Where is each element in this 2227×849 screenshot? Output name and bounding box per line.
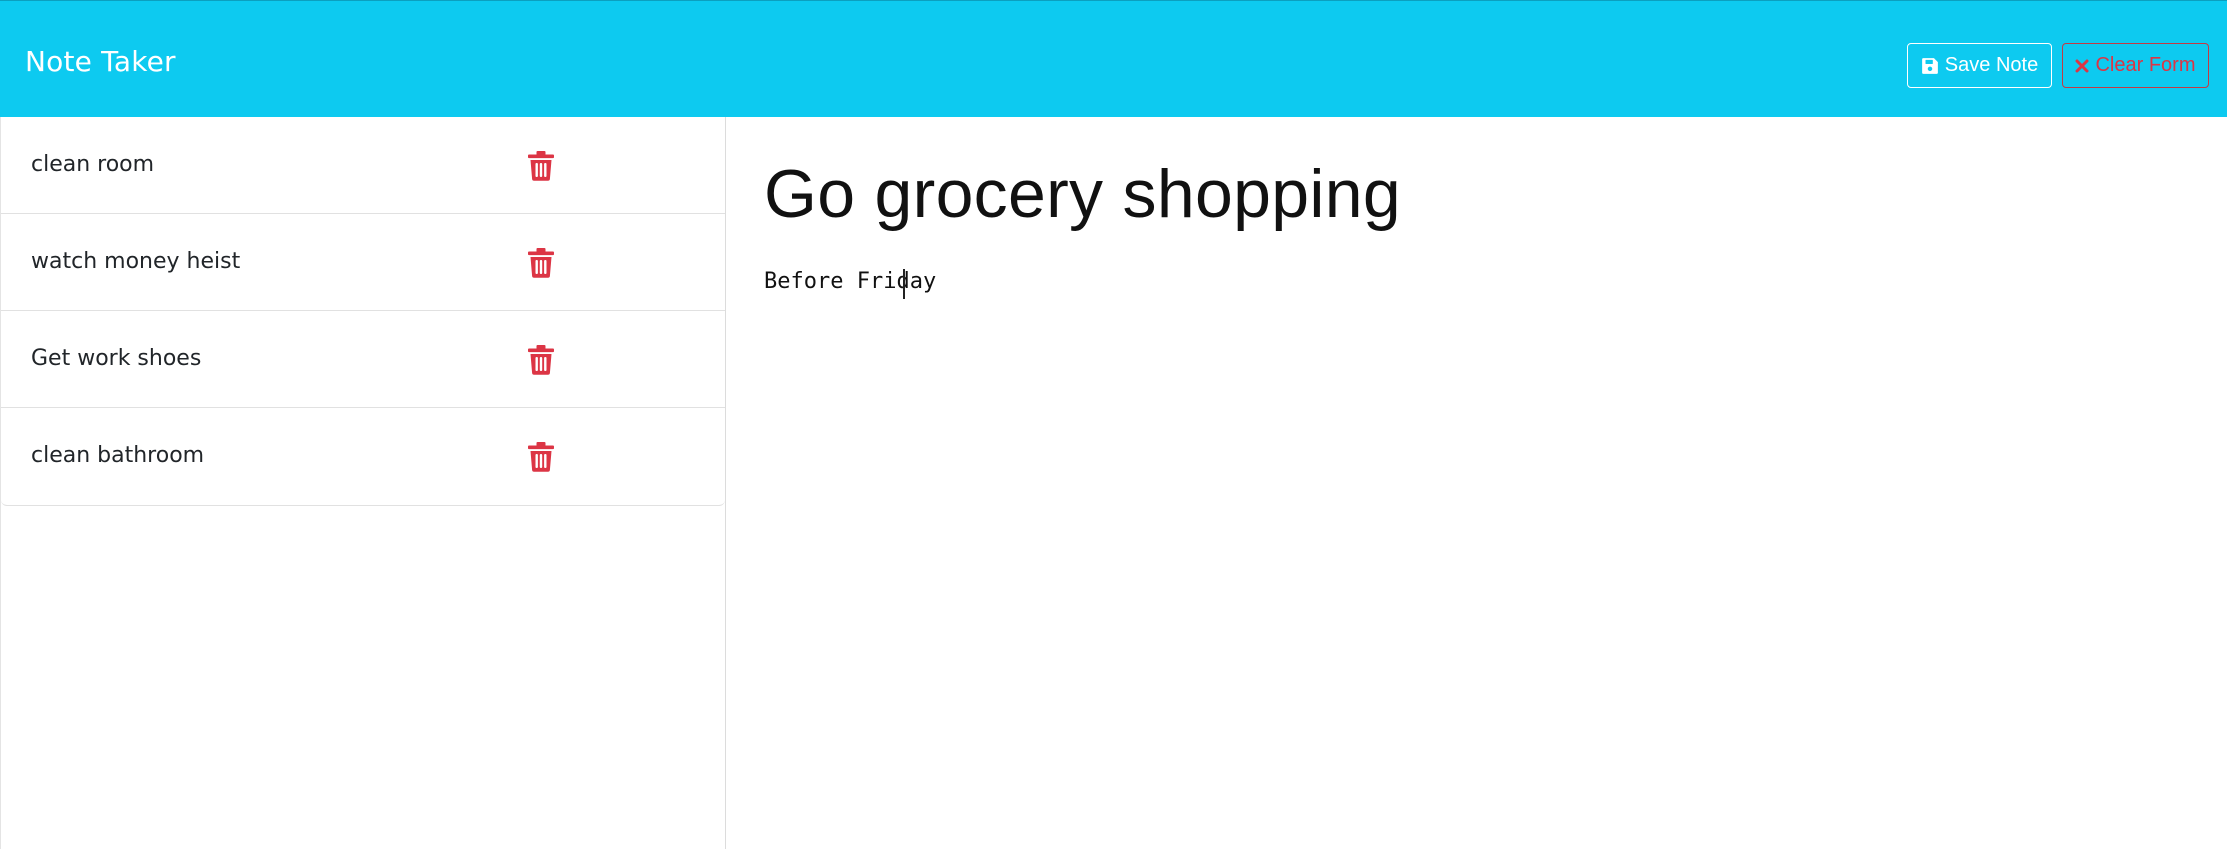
trash-icon[interactable]: [528, 248, 554, 278]
save-icon: [1921, 57, 1939, 75]
save-note-label: Save Note: [1944, 54, 2039, 76]
note-text-area[interactable]: Before Friday: [764, 267, 2164, 667]
save-note-button[interactable]: Save Note: [1907, 43, 2052, 88]
note-item-1[interactable]: watch money heist: [1, 214, 725, 311]
note-title-input[interactable]: [764, 153, 2164, 235]
note-item-0[interactable]: clean room: [1, 117, 725, 214]
close-icon: [2075, 59, 2089, 73]
app-title[interactable]: Note Taker: [25, 45, 176, 79]
note-item-title: clean bathroom: [31, 443, 205, 468]
notes-sidebar: clean room watch money heist Get work sh…: [0, 117, 726, 849]
note-item-2[interactable]: Get work shoes: [1, 311, 725, 408]
trash-icon[interactable]: [528, 345, 554, 375]
note-item-title: watch money heist: [31, 249, 241, 274]
note-item-title: clean room: [31, 152, 155, 177]
clear-form-label: Clear Form: [2095, 54, 2196, 76]
navbar: Note Taker Save Note Clear Form: [0, 0, 2227, 117]
note-item-title: Get work shoes: [31, 346, 202, 371]
note-list: clean room watch money heist Get work sh…: [1, 117, 725, 506]
text-cursor: [903, 269, 905, 299]
note-item-3[interactable]: clean bathroom: [1, 408, 725, 505]
note-editor: Before Friday: [727, 117, 2227, 849]
clear-form-button[interactable]: Clear Form: [2062, 43, 2209, 88]
trash-icon[interactable]: [528, 442, 554, 472]
trash-icon[interactable]: [528, 151, 554, 181]
